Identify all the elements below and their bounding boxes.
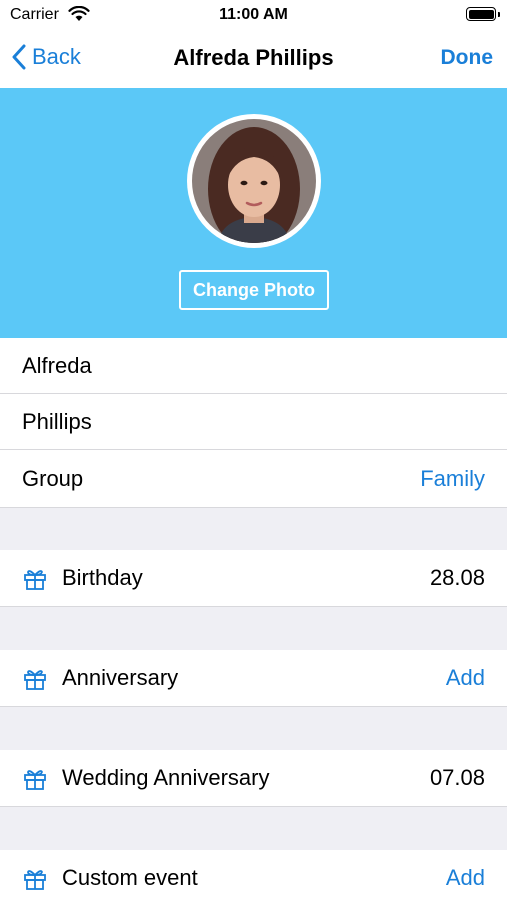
avatar-photo — [192, 119, 316, 243]
group-row[interactable]: Group Family — [0, 450, 507, 508]
event-label: Birthday — [62, 565, 143, 590]
status-bar: Carrier 11:00 AM — [0, 0, 507, 30]
event-date: 07.08 — [429, 765, 485, 790]
event-row-anniversary[interactable]: Anniversary Add — [0, 650, 507, 707]
gift-icon — [24, 570, 46, 590]
event-row-birthday[interactable]: Birthday 28.08 — [0, 550, 507, 607]
last-name-value: Phillips — [22, 408, 92, 434]
event-label: Custom event — [62, 865, 198, 890]
change-photo-button[interactable]: Change Photo — [179, 270, 329, 310]
navigation-bar: Back Alfreda Phillips Done — [0, 30, 507, 88]
gift-icon — [24, 870, 46, 890]
status-time: 11:00 AM — [219, 6, 288, 23]
first-name-value: Alfreda — [22, 352, 92, 378]
event-label: Wedding Anniversary — [62, 765, 270, 790]
first-name-field[interactable]: Alfreda — [0, 338, 507, 394]
profile-header: Change Photo — [0, 88, 507, 338]
event-label: Anniversary — [62, 665, 179, 690]
add-custom-event-button[interactable]: Add — [446, 865, 485, 891]
done-button[interactable]: Done — [441, 46, 494, 70]
gift-icon — [24, 770, 46, 790]
group-label: Group — [22, 465, 84, 491]
event-row-wedding-anniversary[interactable]: Wedding Anniversary 07.08 — [0, 750, 507, 807]
event-date: 28.08 — [429, 565, 485, 590]
page-title: Alfreda Phillips — [173, 45, 334, 70]
last-name-field[interactable]: Phillips — [0, 394, 507, 450]
add-anniversary-button[interactable]: Add — [446, 665, 485, 691]
avatar[interactable] — [187, 114, 321, 248]
event-row-custom-event[interactable]: Custom event Add — [0, 850, 507, 900]
gift-icon — [24, 670, 46, 690]
battery-icon — [466, 7, 500, 21]
group-value[interactable]: Family — [420, 466, 485, 492]
